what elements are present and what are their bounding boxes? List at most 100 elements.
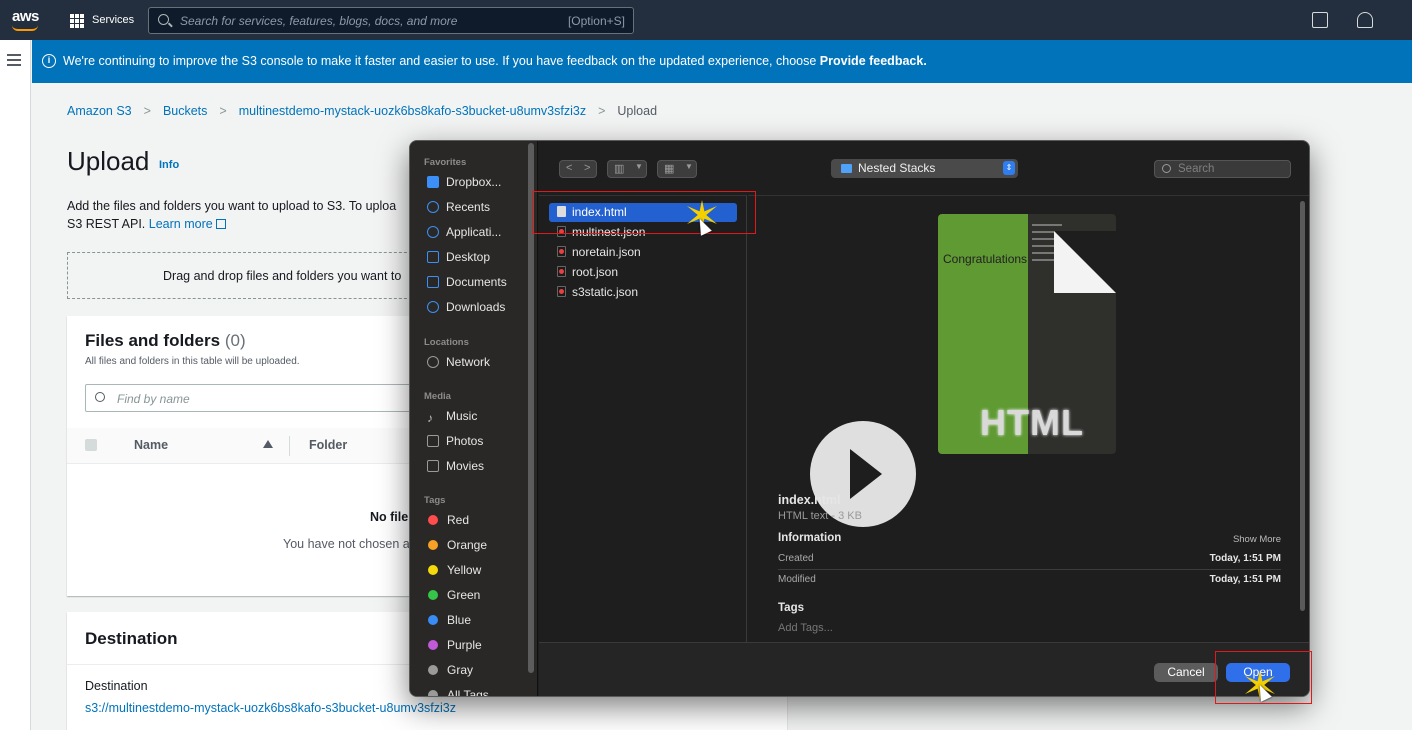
grid-view-icon: ▦ [664, 163, 675, 175]
provide-feedback-link[interactable]: Provide feedback. [820, 54, 927, 68]
sidebar-tag-gray[interactable]: Gray [427, 661, 473, 679]
file-thumbnail: Congratulations HTML [938, 214, 1116, 454]
sidebar-item-desktop[interactable]: Desktop [427, 248, 490, 266]
tag-dot-icon [428, 590, 438, 600]
favorites-header: Favorites [424, 157, 467, 168]
chevron-right-icon: > [219, 104, 227, 118]
grid-icon[interactable] [70, 14, 84, 28]
cloudshell-icon[interactable] [1312, 12, 1328, 28]
breadcrumb-upload: Upload [617, 104, 658, 118]
top-nav-bar: aws Services Search for services, featur… [0, 0, 1412, 40]
breadcrumb-buckets[interactable]: Buckets [163, 104, 207, 118]
group-by-button[interactable]: ▦ ▼ [657, 160, 697, 178]
tag-dot-icon [428, 540, 438, 550]
dialog-sidebar: Favorites Dropbox... Recents Applicati..… [410, 141, 538, 696]
sidebar-item-network[interactable]: Network [427, 353, 490, 371]
select-all-checkbox[interactable] [85, 439, 97, 451]
preview-scrollbar[interactable] [1300, 201, 1305, 611]
search-placeholder: Search for services, features, blogs, do… [180, 14, 458, 28]
list-item-file[interactable]: s3static.json [549, 283, 737, 302]
tag-dot-icon [428, 640, 438, 650]
created-value: Today, 1:51 PM [1209, 553, 1281, 564]
sidebar-tag-purple[interactable]: Purple [427, 636, 482, 654]
destination-title: Destination [85, 629, 178, 648]
hamburger-menu-icon[interactable] [7, 54, 21, 69]
sidebar-all-tags[interactable]: All Tags... [427, 686, 499, 696]
destination-label: Destination [85, 679, 148, 693]
column-folder[interactable]: Folder [309, 438, 347, 452]
global-search-input[interactable]: Search for services, features, blogs, do… [148, 7, 634, 34]
sidebar-item-movies[interactable]: Movies [427, 457, 484, 475]
thumbnail-text: Congratulations [943, 252, 1028, 266]
cancel-button[interactable]: Cancel [1154, 663, 1218, 682]
modified-label: Modified [778, 574, 816, 585]
list-item-file[interactable]: noretain.json [549, 243, 737, 262]
current-folder-dropdown[interactable]: Nested Stacks ⇕ [831, 159, 1018, 178]
add-tags-input[interactable]: Add Tags... [778, 622, 833, 634]
divider [778, 569, 1281, 570]
dialog-footer: Cancel Open [539, 642, 1309, 696]
tag-dot-icon [428, 515, 438, 525]
tag-dot-icon [428, 665, 438, 675]
find-by-name-input[interactable]: Find by name [85, 384, 425, 412]
sidebar-item-applications[interactable]: Applicati... [427, 223, 501, 241]
camera-icon [427, 435, 439, 447]
folder-icon [841, 164, 852, 173]
back-forward-buttons[interactable]: < > [559, 160, 597, 178]
sidebar-item-documents[interactable]: Documents [427, 273, 507, 291]
json-file-icon [557, 286, 566, 297]
files-folders-subtitle: All files and folders in this table will… [85, 356, 300, 367]
destination-url-link[interactable]: s3://multinestdemo-mystack-uozk6bs8kafo-… [85, 701, 456, 715]
sidebar-tag-blue[interactable]: Blue [427, 611, 471, 629]
sidebar-item-dropbox[interactable]: Dropbox... [427, 173, 501, 191]
learn-more-link[interactable]: Learn more [149, 217, 213, 231]
files-and-folders-panel: Files and folders (0) All files and fold… [67, 316, 427, 596]
sidebar-item-photos[interactable]: Photos [427, 432, 483, 450]
locations-header: Locations [424, 337, 469, 348]
sidebar-tag-orange[interactable]: Orange [427, 536, 487, 554]
show-more-link[interactable]: Show More [1233, 534, 1281, 545]
applications-icon [427, 226, 439, 238]
empty-state-text: You have not chosen a [283, 537, 410, 551]
aws-logo[interactable]: aws [12, 8, 39, 25]
json-file-icon [557, 266, 566, 277]
tags-header: Tags [424, 495, 446, 506]
view-columns-button[interactable]: ▥ ▼ [607, 160, 647, 178]
sidebar-tag-red[interactable]: Red [427, 511, 469, 529]
sidebar-item-downloads[interactable]: Downloads [427, 298, 505, 316]
table-header: Name Folder [67, 428, 427, 464]
tag-dot-icon [428, 565, 438, 575]
updown-chevron-icon: ⇕ [1003, 161, 1015, 175]
highlight-box [532, 191, 756, 234]
breadcrumb-bucket[interactable]: multinestdemo-mystack-uozk6bs8kafo-s3buc… [239, 104, 586, 118]
created-label: Created [778, 553, 814, 564]
preview-file-kind: HTML text - 3 KB [778, 510, 862, 522]
sidebar-item-music[interactable]: ♪ Music [427, 407, 477, 425]
chevron-left-icon[interactable]: < [566, 162, 572, 174]
chevron-right-icon[interactable]: > [584, 162, 590, 174]
list-item-file[interactable]: root.json [549, 263, 737, 282]
file-list: index.html multinest.json noretain.json … [539, 195, 747, 642]
film-icon [427, 460, 439, 472]
column-name[interactable]: Name [134, 438, 168, 452]
media-header: Media [424, 391, 451, 402]
document-icon [427, 276, 439, 288]
sidebar-item-recents[interactable]: Recents [427, 198, 490, 216]
side-nav-rail [0, 40, 31, 730]
globe-icon [427, 356, 439, 368]
sidebar-tag-yellow[interactable]: Yellow [427, 561, 481, 579]
page-description: Add the files and folders you want to up… [67, 199, 397, 231]
clock-icon [427, 201, 439, 213]
bell-icon[interactable] [1357, 12, 1373, 28]
sort-ascending-icon[interactable] [263, 440, 273, 448]
info-link[interactable]: Info [159, 159, 179, 171]
sidebar-tag-green[interactable]: Green [427, 586, 480, 604]
tag-dot-icon [428, 690, 438, 696]
breadcrumb-amazon-s3[interactable]: Amazon S3 [67, 104, 132, 118]
dropbox-icon [427, 176, 439, 188]
chevron-right-icon: > [143, 104, 151, 118]
dialog-search-input[interactable]: Search [1154, 160, 1291, 178]
tags-heading: Tags [778, 602, 804, 614]
drop-zone[interactable]: Drag and drop files and folders you want… [67, 252, 427, 299]
services-menu[interactable]: Services [92, 14, 134, 26]
